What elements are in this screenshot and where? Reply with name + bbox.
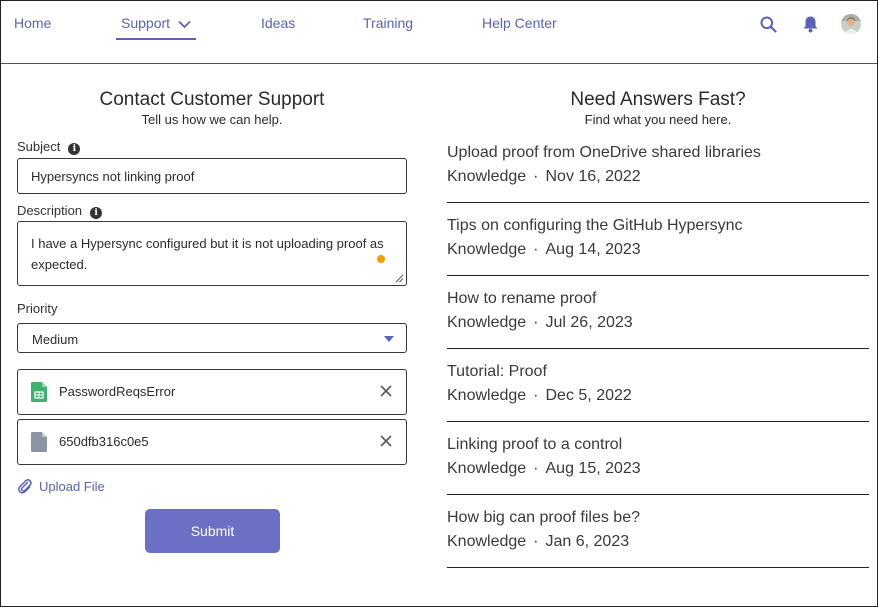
description-field[interactable]: I have a Hypersync configured but it is … bbox=[17, 221, 407, 286]
nav-home[interactable]: Home bbox=[14, 15, 51, 31]
app-frame: Home Support Ideas Training Help Center bbox=[0, 0, 878, 607]
attachment-name: PasswordReqsError bbox=[59, 384, 176, 399]
priority-value: Medium bbox=[32, 332, 79, 347]
article-title[interactable]: Upload proof from OneDrive shared librar… bbox=[447, 144, 761, 162]
top-nav: Home Support Ideas Training Help Center bbox=[1, 1, 877, 64]
article-item[interactable]: Tutorial: Proof Knowledge · Dec 5, 2022 bbox=[447, 363, 869, 422]
meta-separator: · bbox=[533, 241, 539, 258]
article-type: Knowledge bbox=[447, 168, 527, 185]
avatar[interactable] bbox=[841, 14, 861, 34]
answers-subtitle: Find what you need here. bbox=[584, 112, 732, 127]
article-date: Jan 6, 2023 bbox=[545, 533, 630, 550]
nav-help-center[interactable]: Help Center bbox=[482, 15, 557, 31]
answers-title: Need Answers Fast? bbox=[570, 89, 746, 110]
form-title: Contact Customer Support bbox=[99, 89, 325, 110]
article-date: Dec 5, 2022 bbox=[545, 387, 632, 404]
article-title[interactable]: How big can proof files be? bbox=[447, 509, 640, 527]
form-subtitle: Tell us how we can help. bbox=[141, 112, 283, 127]
active-tab-indicator bbox=[116, 38, 196, 40]
article-meta: Knowledge · Dec 5, 2022 bbox=[447, 387, 632, 405]
article-title[interactable]: Tutorial: Proof bbox=[447, 363, 547, 381]
nav-ideas[interactable]: Ideas bbox=[261, 15, 295, 31]
dropdown-caret-icon bbox=[384, 336, 394, 342]
search-icon[interactable] bbox=[760, 16, 777, 33]
nav-training[interactable]: Training bbox=[363, 15, 413, 31]
article-title[interactable]: Tips on configuring the GitHub Hypersync bbox=[447, 217, 743, 235]
remove-attachment-icon[interactable] bbox=[380, 385, 392, 397]
attachment-item: PasswordReqsError bbox=[17, 369, 407, 415]
generic-file-icon bbox=[31, 432, 47, 452]
status-indicator bbox=[377, 255, 385, 263]
remove-attachment-icon[interactable] bbox=[380, 435, 392, 447]
article-item[interactable]: Linking proof to a control Knowledge · Aug … bbox=[447, 436, 869, 495]
upload-file-label: Upload File bbox=[39, 479, 105, 494]
article-type: Knowledge bbox=[447, 241, 527, 258]
subject-label: Subject i bbox=[17, 139, 81, 155]
article-title[interactable]: How to rename proof bbox=[447, 290, 596, 308]
article-meta: Knowledge · Jul 26, 2023 bbox=[447, 314, 633, 332]
meta-separator: · bbox=[533, 533, 539, 550]
meta-separator: · bbox=[533, 460, 539, 477]
info-icon[interactable]: i bbox=[68, 143, 81, 155]
attachment-item: 650dfb316c0e5 bbox=[17, 419, 407, 465]
description-value: I have a Hypersync configured but it is … bbox=[31, 236, 384, 272]
spreadsheet-file-icon bbox=[31, 382, 47, 402]
article-type: Knowledge bbox=[447, 533, 527, 550]
article-title[interactable]: Linking proof to a control bbox=[447, 436, 622, 454]
article-item[interactable]: Upload proof from OneDrive shared librar… bbox=[447, 144, 869, 203]
article-type: Knowledge bbox=[447, 460, 527, 477]
meta-separator: · bbox=[533, 314, 539, 331]
meta-separator: · bbox=[533, 387, 539, 404]
article-date: Jul 26, 2023 bbox=[545, 314, 633, 331]
article-type: Knowledge bbox=[447, 314, 527, 331]
nav-support[interactable]: Support bbox=[121, 15, 191, 31]
priority-label: Priority bbox=[17, 301, 58, 316]
upload-file-link[interactable]: Upload File bbox=[17, 478, 105, 494]
meta-separator: · bbox=[533, 168, 539, 185]
subject-label-text: Subject bbox=[17, 139, 61, 154]
subject-field[interactable]: Hypersyncs not linking proof bbox=[17, 158, 407, 194]
article-meta: Knowledge · Aug 15, 2023 bbox=[447, 460, 641, 478]
subject-value: Hypersyncs not linking proof bbox=[31, 169, 195, 184]
article-date: Aug 14, 2023 bbox=[545, 241, 641, 258]
article-meta: Knowledge · Jan 6, 2023 bbox=[447, 533, 629, 551]
article-date: Nov 16, 2022 bbox=[545, 168, 641, 185]
article-type: Knowledge bbox=[447, 387, 527, 404]
article-meta: Knowledge · Aug 14, 2023 bbox=[447, 241, 641, 259]
bell-icon[interactable] bbox=[802, 15, 819, 33]
article-item[interactable]: Tips on configuring the GitHub Hypersync… bbox=[447, 217, 869, 276]
article-item[interactable]: How to rename proof Knowledge · Jul 26, 202… bbox=[447, 290, 869, 349]
description-label: Description i bbox=[17, 203, 103, 219]
paperclip-icon bbox=[18, 479, 32, 494]
submit-button[interactable]: Submit bbox=[145, 509, 280, 553]
priority-select[interactable]: Medium bbox=[17, 323, 407, 353]
article-date: Aug 15, 2023 bbox=[545, 460, 641, 477]
description-label-text: Description bbox=[17, 203, 83, 218]
chevron-down-icon bbox=[178, 20, 191, 29]
info-icon[interactable]: i bbox=[90, 207, 103, 219]
article-item[interactable]: How big can proof files be? Knowledge · Jan… bbox=[447, 509, 869, 568]
nav-support-label: Support bbox=[121, 15, 171, 31]
article-meta: Knowledge · Nov 16, 2022 bbox=[447, 168, 641, 186]
attachment-name: 650dfb316c0e5 bbox=[59, 434, 149, 449]
resize-handle-icon[interactable] bbox=[395, 274, 404, 283]
